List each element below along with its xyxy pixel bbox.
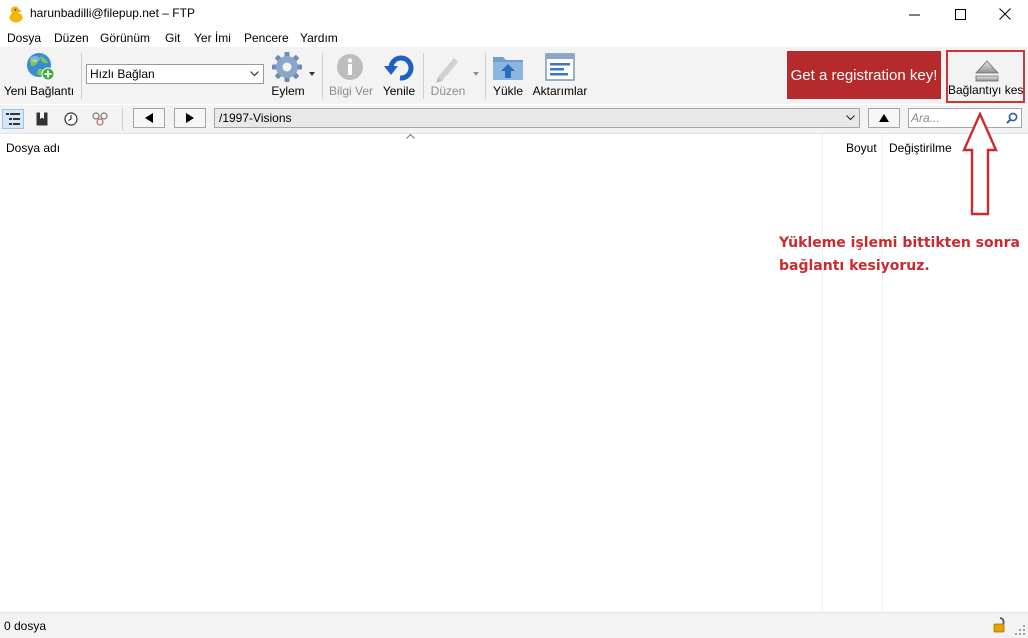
back-arrow-icon (145, 113, 153, 123)
minimize-icon (908, 14, 920, 15)
info-icon (337, 54, 363, 80)
caret-down-icon (309, 72, 315, 76)
menu-dosya[interactable]: Dosya (7, 31, 41, 45)
annotation-line-2: bağlantı kesiyoruz. (779, 258, 930, 274)
menu-git[interactable]: Git (165, 31, 180, 45)
menu-pencere[interactable]: Pencere (244, 31, 289, 45)
upload-folder-icon (493, 57, 523, 80)
info-label: Bilgi Ver (328, 84, 374, 98)
pencil-icon (436, 58, 458, 83)
close-button[interactable] (982, 0, 1028, 28)
column-divider (882, 134, 883, 612)
up-arrow-icon (879, 114, 889, 122)
caret-down-icon (473, 72, 479, 76)
close-icon (999, 8, 1011, 20)
path-bar: /1997-Visions (0, 105, 1028, 134)
menu-gorunum[interactable]: Görünüm (100, 31, 150, 45)
edit-button: Düzen (427, 47, 481, 103)
bonjour-icon (92, 112, 108, 126)
menu-bar: Dosya Düzen Görünüm Git Yer İmi Pencere … (0, 29, 1028, 47)
outline-view-icon (6, 113, 20, 125)
column-header-modified[interactable]: Değiştirilme (889, 141, 952, 155)
eject-icon (975, 60, 999, 82)
toolbar-separator (322, 53, 323, 99)
menu-duzen[interactable]: Düzen (54, 31, 89, 45)
pathbar-separator (122, 108, 123, 130)
back-button[interactable] (133, 108, 165, 128)
outline-view-button[interactable] (2, 109, 24, 129)
minimize-button[interactable] (891, 0, 937, 28)
quick-connect-value: Hızlı Bağlan (90, 67, 155, 81)
file-browser[interactable]: Dosya adı Boyut Değiştirilme (0, 134, 1028, 612)
edit-label: Düzen (430, 84, 466, 98)
path-select[interactable]: /1997-Visions (214, 108, 860, 128)
column-header-filename[interactable]: Dosya adı (6, 141, 60, 155)
registration-key-button[interactable]: Get a registration key! (787, 51, 941, 99)
forward-button[interactable] (174, 108, 206, 128)
sort-ascending-icon (406, 134, 415, 139)
action-label: Eylem (271, 84, 305, 98)
status-bar: 0 dosya (0, 612, 1028, 638)
forward-arrow-icon (186, 113, 194, 123)
current-path: /1997-Visions (219, 111, 292, 125)
lock-icon[interactable] (993, 617, 1007, 633)
annotation-up-arrow (962, 112, 998, 216)
maximize-button[interactable] (937, 0, 983, 28)
transfers-label: Aktarımlar (532, 84, 588, 98)
chevron-down-icon (250, 71, 259, 77)
refresh-label: Yenile (382, 84, 416, 98)
refresh-button[interactable]: Yenile (378, 47, 420, 103)
resize-grip-icon[interactable] (1014, 624, 1026, 636)
history-button[interactable] (60, 109, 82, 129)
bookmarks-button[interactable] (31, 109, 53, 129)
transfers-window-icon (545, 53, 575, 81)
disconnect-label: Bağlantıyı kes (948, 83, 1024, 97)
menu-yardim[interactable]: Yardım (300, 31, 338, 45)
history-icon (64, 112, 78, 126)
toolbar-separator (81, 53, 82, 99)
globe-add-icon (27, 53, 55, 81)
disconnect-button[interactable]: Bağlantıyı kes (946, 50, 1025, 103)
new-connection-label: Yeni Bağlantı (3, 84, 75, 98)
column-divider (822, 134, 823, 612)
upload-button[interactable]: Yükle (488, 47, 528, 103)
duck-icon (8, 5, 24, 23)
gear-icon (272, 52, 302, 82)
bonjour-button[interactable] (89, 109, 111, 129)
maximize-icon (954, 8, 966, 20)
action-button[interactable]: Eylem (268, 47, 316, 103)
status-text: 0 dosya (4, 619, 47, 633)
menu-yer-imi[interactable]: Yer İmi (194, 31, 231, 45)
column-header-size[interactable]: Boyut (846, 141, 877, 155)
title-bar: harunbadilli@filepup.net – FTP (0, 0, 1028, 28)
toolbar: Yeni Bağlantı Hızlı Bağlan Eylem Bilgi V… (0, 47, 1028, 104)
transfers-button[interactable]: Aktarımlar (530, 47, 590, 103)
chevron-down-icon (846, 115, 855, 121)
new-connection-button[interactable]: Yeni Bağlantı (2, 47, 76, 103)
refresh-icon (384, 55, 414, 81)
toolbar-separator (485, 53, 486, 99)
search-icon (1006, 112, 1018, 124)
window-title: harunbadilli@filepup.net – FTP (30, 6, 195, 20)
annotation-text: Yükleme işlemi bittikten sonra bağlantı … (779, 232, 1028, 278)
info-button: Bilgi Ver (327, 47, 375, 103)
parent-folder-button[interactable] (868, 108, 900, 128)
quick-connect-select[interactable]: Hızlı Bağlan (86, 64, 264, 84)
annotation-line-1: Yükleme işlemi bittikten sonra (779, 235, 1020, 251)
bookmarks-icon (36, 112, 48, 126)
upload-label: Yükle (492, 84, 524, 98)
toolbar-separator (423, 53, 424, 99)
